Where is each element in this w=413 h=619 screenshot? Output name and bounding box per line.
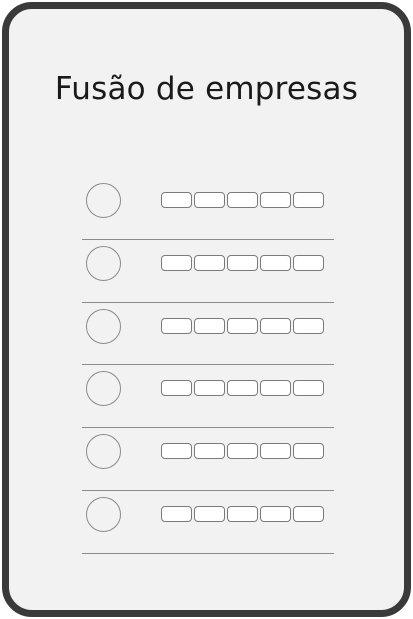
slot-group bbox=[161, 317, 324, 334]
slot-box[interactable] bbox=[227, 317, 258, 334]
slot-box[interactable] bbox=[293, 505, 324, 522]
slot-box[interactable] bbox=[260, 380, 291, 397]
slot-box[interactable] bbox=[161, 317, 192, 334]
slot-box[interactable] bbox=[227, 254, 258, 271]
slot-box[interactable] bbox=[260, 254, 291, 271]
slot-group bbox=[161, 192, 324, 208]
slot-box[interactable] bbox=[194, 380, 225, 397]
slot-box[interactable] bbox=[227, 505, 258, 522]
row-marker-circle[interactable] bbox=[86, 308, 121, 344]
slot-box[interactable] bbox=[227, 192, 258, 208]
row-1 bbox=[82, 177, 334, 240]
slot-box[interactable] bbox=[260, 505, 291, 522]
row-3 bbox=[82, 303, 334, 366]
slot-group bbox=[161, 443, 324, 460]
row-marker-circle[interactable] bbox=[86, 371, 121, 407]
slot-box[interactable] bbox=[161, 192, 192, 208]
slot-group bbox=[161, 254, 324, 271]
slot-box[interactable] bbox=[293, 192, 324, 208]
slot-box[interactable] bbox=[161, 380, 192, 397]
slot-box[interactable] bbox=[194, 254, 225, 271]
row-5 bbox=[82, 428, 334, 491]
row-marker-circle[interactable] bbox=[86, 496, 121, 532]
slot-box[interactable] bbox=[293, 443, 324, 460]
slot-box[interactable] bbox=[194, 443, 225, 460]
slot-box[interactable] bbox=[260, 317, 291, 334]
row-4 bbox=[82, 365, 334, 429]
slot-box[interactable] bbox=[260, 443, 291, 460]
row-marker-circle[interactable] bbox=[86, 245, 121, 281]
row-marker-circle[interactable] bbox=[86, 183, 121, 218]
slot-group bbox=[161, 505, 324, 522]
game-card: Fusão de empresas bbox=[2, 2, 411, 617]
slot-box[interactable] bbox=[194, 505, 225, 522]
row-2 bbox=[82, 240, 334, 303]
slot-box[interactable] bbox=[161, 443, 192, 460]
slot-box[interactable] bbox=[293, 317, 324, 334]
slot-box[interactable] bbox=[227, 380, 258, 397]
row-marker-circle[interactable] bbox=[86, 434, 121, 470]
slot-group bbox=[161, 380, 324, 397]
slot-box[interactable] bbox=[194, 192, 225, 208]
slot-box[interactable] bbox=[161, 505, 192, 522]
slot-box[interactable] bbox=[293, 380, 324, 397]
slot-box[interactable] bbox=[293, 254, 324, 271]
slot-box[interactable] bbox=[227, 443, 258, 460]
rows-list bbox=[82, 177, 334, 554]
slot-box[interactable] bbox=[161, 254, 192, 271]
card-title: Fusão de empresas bbox=[54, 71, 359, 107]
row-6 bbox=[82, 491, 334, 554]
slot-box[interactable] bbox=[260, 192, 291, 208]
slot-box[interactable] bbox=[194, 317, 225, 334]
